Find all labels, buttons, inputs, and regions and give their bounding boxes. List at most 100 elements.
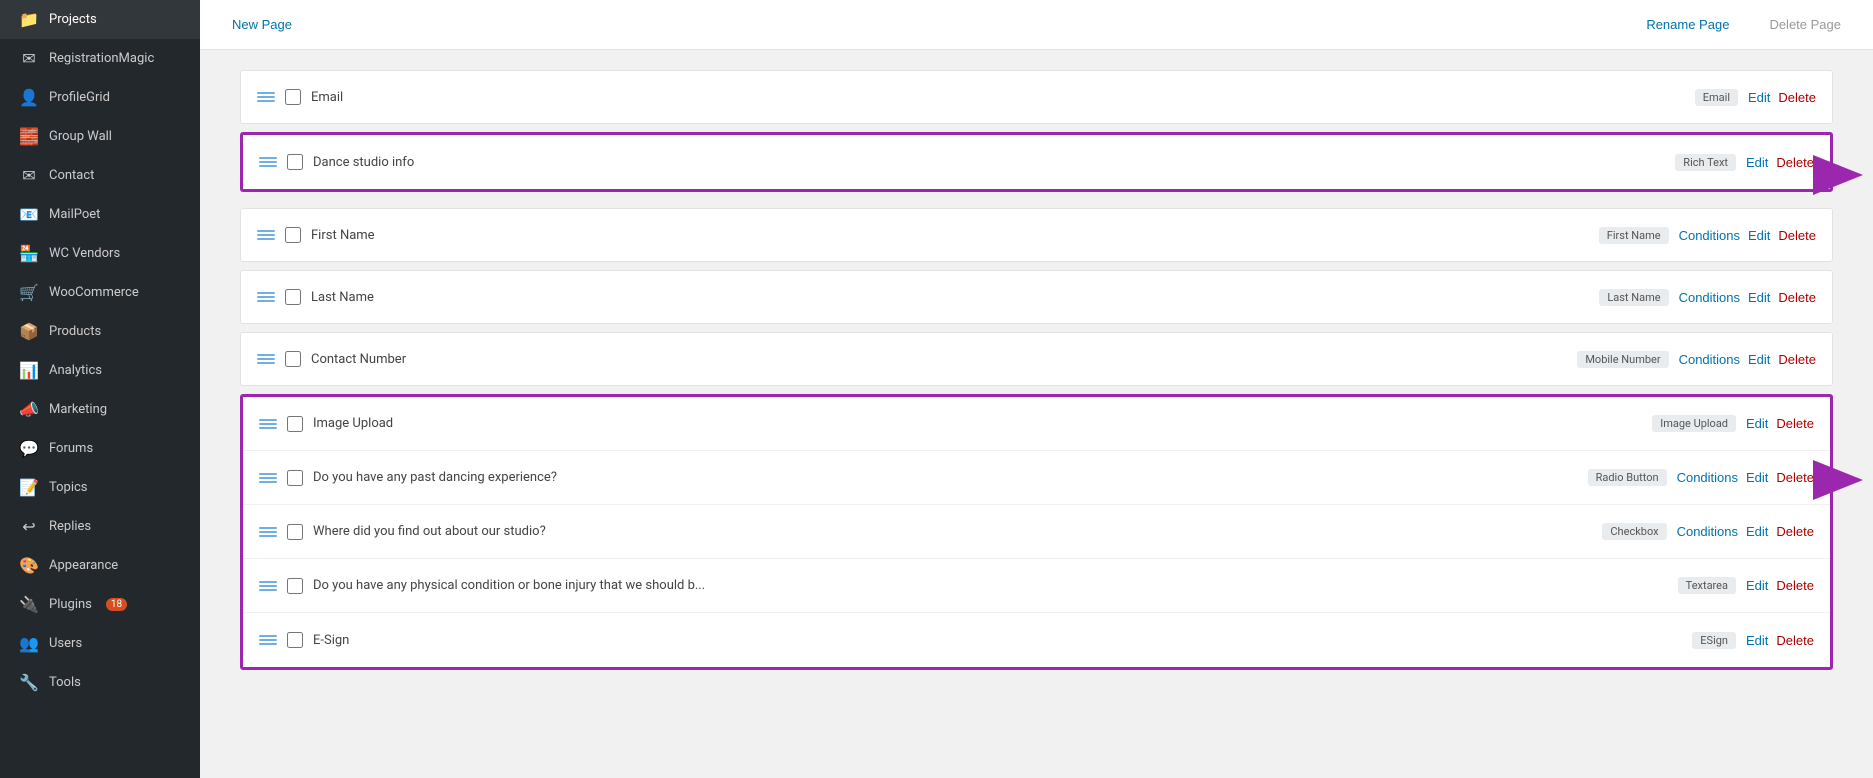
field-tag-dance-studio: Rich Text: [1675, 154, 1736, 171]
sidebar-item-label: Forums: [49, 441, 93, 456]
sidebar-item-label: Topics: [49, 480, 88, 495]
field-name-first-name: First Name: [311, 228, 1589, 243]
delete-image-upload-button[interactable]: Delete: [1776, 416, 1814, 431]
delete-first-name-button[interactable]: Delete: [1778, 228, 1816, 243]
edit-physical-condition-button[interactable]: Edit: [1746, 578, 1768, 593]
rename-page-button[interactable]: Rename Page: [1638, 13, 1737, 36]
edit-dancing-experience-button[interactable]: Edit: [1746, 470, 1768, 485]
delete-page-button[interactable]: Delete Page: [1761, 13, 1849, 36]
edit-last-name-button[interactable]: Edit: [1748, 290, 1770, 305]
replies-icon: ↩: [19, 517, 39, 536]
delete-last-name-button[interactable]: Delete: [1778, 290, 1816, 305]
conditions-find-studio-button[interactable]: Conditions: [1677, 524, 1738, 539]
checkbox-first-name[interactable]: [285, 227, 301, 243]
top-toolbar: New Page Rename Page Delete Page: [200, 0, 1873, 50]
checkbox-dancing-experience[interactable]: [287, 470, 303, 486]
drag-handle-physical-condition[interactable]: [259, 581, 277, 591]
sidebar-item-plugins[interactable]: 🔌 Plugins 18: [0, 585, 200, 624]
checkbox-find-studio[interactable]: [287, 524, 303, 540]
sidebar-item-marketing[interactable]: 📣 Marketing: [0, 390, 200, 429]
sidebar-item-products[interactable]: 📦 Products: [0, 312, 200, 351]
field-tag-dancing-experience: Radio Button: [1588, 469, 1667, 486]
products-icon: 📦: [19, 322, 39, 341]
sidebar-item-label: Products: [49, 324, 101, 339]
checkbox-e-sign[interactable]: [287, 632, 303, 648]
field-row-first-name: First Name First Name Conditions Edit De…: [240, 208, 1833, 262]
field-name-image-upload: Image Upload: [313, 416, 1642, 431]
sidebar-item-registrationmagic[interactable]: ✉ RegistrationMagic: [0, 39, 200, 78]
sidebar-item-wc-vendors[interactable]: 🏪 WC Vendors: [0, 234, 200, 273]
field-tag-contact-number: Mobile Number: [1577, 351, 1668, 368]
sidebar-item-label: MailPoet: [49, 207, 100, 222]
drag-handle-dance-studio[interactable]: [259, 157, 277, 167]
edit-dance-studio-button[interactable]: Edit: [1746, 155, 1768, 170]
conditions-last-name-button[interactable]: Conditions: [1679, 290, 1740, 305]
checkbox-dance-studio[interactable]: [287, 154, 303, 170]
field-tag-image-upload: Image Upload: [1652, 415, 1736, 432]
edit-email-button[interactable]: Edit: [1748, 90, 1770, 105]
field-actions-last-name: Conditions Edit Delete: [1679, 290, 1816, 305]
sidebar-item-replies[interactable]: ↩ Replies: [0, 507, 200, 546]
sidebar-item-group-wall[interactable]: 🧱 Group Wall: [0, 117, 200, 156]
sidebar-item-analytics[interactable]: 📊 Analytics: [0, 351, 200, 390]
sidebar-item-forums[interactable]: 💬 Forums: [0, 429, 200, 468]
checkbox-physical-condition[interactable]: [287, 578, 303, 594]
sidebar-item-profilegrid[interactable]: 👤 ProfileGrid: [0, 78, 200, 117]
edit-first-name-button[interactable]: Edit: [1748, 228, 1770, 243]
delete-dancing-experience-button[interactable]: Delete: [1776, 470, 1814, 485]
delete-physical-condition-button[interactable]: Delete: [1776, 578, 1814, 593]
drag-handle-dancing-experience[interactable]: [259, 473, 277, 483]
profilegrid-icon: 👤: [19, 88, 39, 107]
sidebar-item-label: Contact: [49, 168, 94, 183]
plugins-icon: 🔌: [19, 595, 39, 614]
drag-handle-e-sign[interactable]: [259, 635, 277, 645]
analytics-icon: 📊: [19, 361, 39, 380]
checkbox-last-name[interactable]: [285, 289, 301, 305]
sidebar-item-tools[interactable]: 🔧 Tools: [0, 663, 200, 702]
field-actions-dance-studio: Edit Delete: [1746, 155, 1814, 170]
drag-handle-email[interactable]: [257, 92, 275, 102]
sidebar-item-label: RegistrationMagic: [49, 51, 154, 66]
edit-e-sign-button[interactable]: Edit: [1746, 633, 1768, 648]
conditions-dancing-experience-button[interactable]: Conditions: [1677, 470, 1738, 485]
delete-contact-number-button[interactable]: Delete: [1778, 352, 1816, 367]
sidebar-item-label: Tools: [49, 675, 81, 690]
sidebar-item-label: Group Wall: [49, 129, 112, 144]
new-page-button[interactable]: New Page: [224, 13, 300, 36]
field-row-contact-number: Contact Number Mobile Number Conditions …: [240, 332, 1833, 386]
sidebar-item-label: ProfileGrid: [49, 90, 110, 105]
sidebar-item-label: Replies: [49, 519, 91, 534]
drag-handle-contact-number[interactable]: [257, 354, 275, 364]
drag-handle-first-name[interactable]: [257, 230, 275, 240]
arrow-indicator-2: [1813, 460, 1863, 504]
drag-handle-image-upload[interactable]: [259, 419, 277, 429]
projects-icon: 📁: [19, 10, 39, 29]
sidebar-item-users[interactable]: 👥 Users: [0, 624, 200, 663]
content-area: Email Email Edit Delete Dance studio inf…: [200, 50, 1873, 706]
field-name-e-sign: E-Sign: [313, 633, 1682, 648]
sidebar-item-topics[interactable]: 📝 Topics: [0, 468, 200, 507]
edit-image-upload-button[interactable]: Edit: [1746, 416, 1768, 431]
conditions-first-name-button[interactable]: Conditions: [1679, 228, 1740, 243]
edit-find-studio-button[interactable]: Edit: [1746, 524, 1768, 539]
checkbox-image-upload[interactable]: [287, 416, 303, 432]
checkbox-email[interactable]: [285, 89, 301, 105]
delete-email-button[interactable]: Delete: [1778, 90, 1816, 105]
edit-contact-number-button[interactable]: Edit: [1748, 352, 1770, 367]
sidebar-item-projects[interactable]: 📁 Projects: [0, 0, 200, 39]
field-actions-dancing-experience: Conditions Edit Delete: [1677, 470, 1814, 485]
delete-find-studio-button[interactable]: Delete: [1776, 524, 1814, 539]
checkbox-contact-number[interactable]: [285, 351, 301, 367]
drag-handle-last-name[interactable]: [257, 292, 275, 302]
delete-dance-studio-button[interactable]: Delete: [1776, 155, 1814, 170]
sidebar-item-contact[interactable]: ✉ Contact: [0, 156, 200, 195]
conditions-contact-number-button[interactable]: Conditions: [1679, 352, 1740, 367]
sidebar-item-appearance[interactable]: 🎨 Appearance: [0, 546, 200, 585]
sidebar-item-mailpoet[interactable]: 📧 MailPoet: [0, 195, 200, 234]
sidebar-item-label: Users: [49, 636, 82, 651]
field-row-find-studio: Where did you find out about our studio?…: [243, 505, 1830, 559]
field-row-image-upload: Image Upload Image Upload Edit Delete: [243, 397, 1830, 451]
drag-handle-find-studio[interactable]: [259, 527, 277, 537]
delete-e-sign-button[interactable]: Delete: [1776, 633, 1814, 648]
sidebar-item-woocommerce[interactable]: 🛒 WooCommerce: [0, 273, 200, 312]
